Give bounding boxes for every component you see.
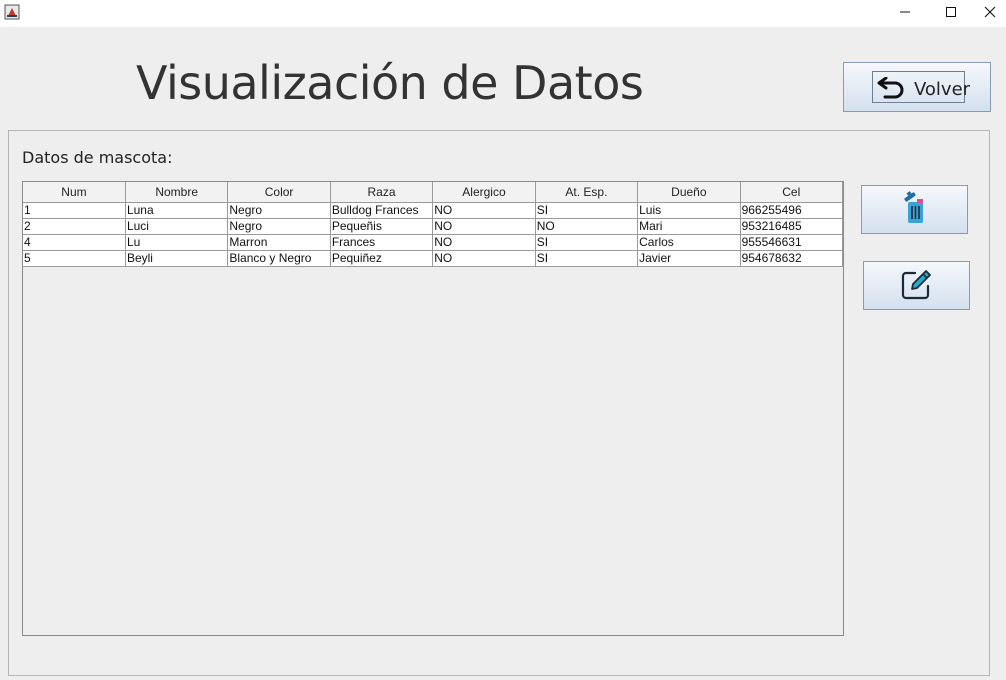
table-cell[interactable]: Pequiñez [330,250,434,267]
table-cell[interactable]: 955546631 [740,234,844,251]
table-cell[interactable]: NO [432,202,536,219]
column-header[interactable]: Color [227,182,331,203]
back-button[interactable]: Volver [843,62,991,112]
table-cell[interactable]: Frances [330,234,434,251]
table-cell[interactable]: SI [535,234,639,251]
column-header[interactable]: Nombre [125,182,229,203]
delete-button[interactable] [861,185,968,234]
table-cell[interactable]: Carlos [637,234,741,251]
table-cell[interactable]: Negro [227,202,331,219]
table-cell[interactable]: 954678632 [740,250,844,267]
pets-table[interactable]: Num Nombre Color Raza Alergico At. Esp. … [23,182,844,267]
table-row[interactable]: 5 Beyli Blanco y Negro Pequiñez NO SI Ja… [23,250,844,267]
edit-button[interactable] [863,261,970,310]
edit-pencil-icon [900,267,934,305]
table-cell[interactable]: 1 [23,202,126,219]
trash-icon [901,190,929,229]
table-row[interactable]: 4 Lu Marron Frances NO SI Carlos 9555466… [23,234,844,251]
table-cell[interactable]: 4 [23,234,126,251]
column-header[interactable]: Dueño [637,182,741,203]
table-row[interactable]: 2 Luci Negro Pequeñis NO NO Mari 9532164… [23,218,844,235]
column-header[interactable]: At. Esp. [535,182,639,203]
table-cell[interactable]: NO [535,218,639,235]
table-cell[interactable]: SI [535,202,639,219]
column-header[interactable]: Raza [330,182,434,203]
table-cell[interactable]: 2 [23,218,126,235]
minimize-button[interactable] [882,0,928,24]
table-cell[interactable]: Pequeñis [330,218,434,235]
table-cell[interactable]: 966255496 [740,202,844,219]
table-cell[interactable]: Javier [637,250,741,267]
maximize-button[interactable] [928,0,974,24]
table-cell[interactable]: SI [535,250,639,267]
undo-arrow-icon [875,76,907,103]
table-cell[interactable]: 5 [23,250,126,267]
close-button[interactable] [974,0,1006,24]
table-cell[interactable]: Beyli [125,250,229,267]
table-cell[interactable]: Bulldog Frances [330,202,434,219]
column-header[interactable]: Num [23,182,126,203]
column-header[interactable]: Alergico [432,182,536,203]
table-cell[interactable]: Mari [637,218,741,235]
table-cell[interactable]: 953216485 [740,218,844,235]
page-title: Visualización de Datos [136,56,644,110]
table-cell[interactable]: Luis [637,202,741,219]
table-cell[interactable]: NO [432,250,536,267]
table-cell[interactable]: Luci [125,218,229,235]
table-cell[interactable]: Luna [125,202,229,219]
table-header-row: Num Nombre Color Raza Alergico At. Esp. … [23,182,844,203]
table-cell[interactable]: Negro [227,218,331,235]
table-cell[interactable]: Blanco y Negro [227,250,331,267]
panel-label: Datos de mascota: [22,148,173,167]
pets-table-scroll[interactable]: Num Nombre Color Raza Alergico At. Esp. … [22,181,844,636]
table-row[interactable]: 1 Luna Negro Bulldog Frances NO SI Luis … [23,202,844,219]
back-button-label: Volver [914,79,971,100]
java-app-icon [4,4,20,20]
column-header[interactable]: Cel [740,182,844,203]
table-cell[interactable]: NO [432,234,536,251]
table-cell[interactable]: Lu [125,234,229,251]
table-cell[interactable]: NO [432,218,536,235]
title-bar [0,0,1006,27]
table-cell[interactable]: Marron [227,234,331,251]
back-button-focus-frame: Volver [872,71,970,103]
